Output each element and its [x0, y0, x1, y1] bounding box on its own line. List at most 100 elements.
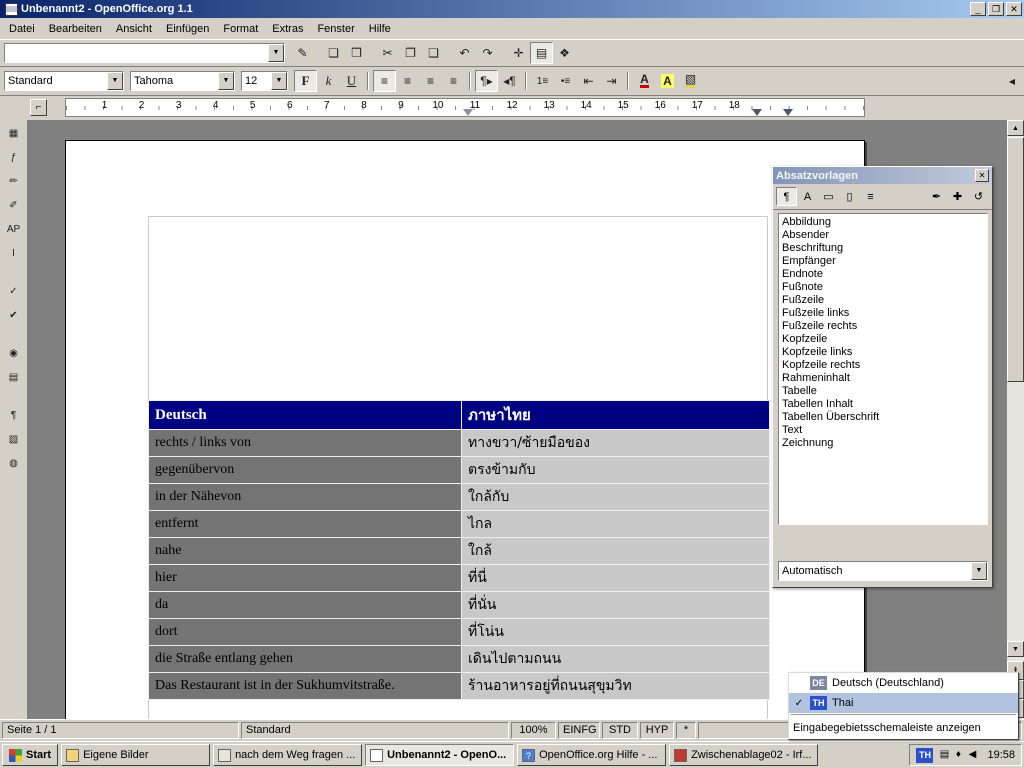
table-cell-th[interactable]: ที่นี่ [462, 565, 770, 592]
paragraph-style-combo[interactable]: ▼ [4, 71, 124, 91]
table-cell-de[interactable]: nahe [149, 538, 462, 565]
align-justify-button[interactable]: ≡ [442, 70, 465, 92]
character-styles-button[interactable]: A [797, 187, 818, 206]
start-button[interactable]: Start [2, 744, 58, 766]
numbered-list-button[interactable]: 1≡ [531, 70, 554, 92]
table-cell-th[interactable]: ใกล้กับ [462, 484, 770, 511]
table-cell-th[interactable]: ไกล [462, 511, 770, 538]
insert-button[interactable]: ▦ [2, 122, 26, 145]
language-indicator[interactable]: TH [916, 748, 933, 763]
style-list-item[interactable]: Zeichnung [779, 437, 987, 450]
panel-close-button[interactable]: ✕ [975, 169, 989, 182]
copy-button[interactable]: ❐ [399, 42, 422, 64]
scroll-up-button[interactable]: ▲ [1007, 120, 1024, 136]
style-filter-input[interactable] [779, 562, 971, 580]
nonprinting-characters-button[interactable]: ¶ [2, 404, 26, 427]
font-name-input[interactable] [131, 72, 218, 90]
font-name-combo[interactable]: ▼ [130, 71, 235, 91]
panel-titlebar[interactable]: Absatzvorlagen ✕ [773, 167, 992, 184]
style-list-item[interactable]: Beschriftung [779, 242, 987, 255]
font-color-button[interactable]: A [633, 70, 656, 92]
gallery-button[interactable]: ❖ [553, 42, 576, 64]
save-button[interactable]: ❏ [322, 42, 345, 64]
table-header-th[interactable]: ภาษาไทย [462, 401, 770, 430]
decrease-indent-button[interactable]: ⇤ [577, 70, 600, 92]
form-functions-button[interactable]: ✐ [2, 194, 26, 217]
style-list-item[interactable]: Endnote [779, 268, 987, 281]
style-list-item[interactable]: Absender [779, 229, 987, 242]
paragraph-styles-button[interactable]: ¶ [776, 187, 797, 206]
table-cell-th[interactable]: ร้านอาหารอยู่ที่ถนนสุขุมวิท [462, 673, 770, 700]
auto-spellcheck-button[interactable]: ✔ [2, 304, 26, 327]
taskbar-window-button[interactable]: ? OpenOffice.org Hilfe - ... [517, 744, 666, 766]
undo-button[interactable]: ↶ [453, 42, 476, 64]
table-cell-th[interactable]: ที่นั่น [462, 592, 770, 619]
bold-button[interactable]: F [294, 70, 317, 92]
scroll-down-button[interactable]: ▼ [1007, 641, 1024, 657]
chevron-down-icon[interactable]: ▼ [107, 72, 123, 90]
table-cell-de[interactable]: Das Restaurant ist in der Sukhumvitstraß… [149, 673, 462, 700]
keyboard-tray-icon[interactable]: ▤ [937, 748, 951, 762]
close-button[interactable]: ✕ [1006, 2, 1022, 16]
toolbar-more-button[interactable]: ◀ [1004, 71, 1020, 91]
background-color-button[interactable]: ▧ [679, 70, 702, 92]
style-list-item[interactable]: Tabellen Überschrift [779, 411, 987, 424]
volume-tray-icon[interactable]: ◀ [965, 748, 979, 762]
autotext-button[interactable]: AP [2, 218, 26, 241]
taskbar-window-button[interactable]: Zwischenablage02 - Irf... [669, 744, 818, 766]
status-insert-mode[interactable]: EINFG [558, 722, 600, 739]
vertical-scrollbar[interactable]: ▲ ▼ ⇞ ● ⇟ [1006, 120, 1024, 719]
font-size-input[interactable] [242, 72, 271, 90]
paragraph-style-input[interactable] [5, 72, 107, 90]
menu-item-german[interactable]: DE Deutsch (Deutschland) [789, 673, 1018, 693]
style-list-item[interactable]: Tabellen Inhalt [779, 398, 987, 411]
style-list-item[interactable]: Rahmeninhalt [779, 372, 987, 385]
table-cell-de[interactable]: die Straße entlang gehen [149, 646, 462, 673]
style-list-item[interactable]: Fußzeile links [779, 307, 987, 320]
url-input[interactable] [5, 44, 268, 62]
align-center-button[interactable]: ≡ [396, 70, 419, 92]
cut-button[interactable]: ✂ [376, 42, 399, 64]
menu-item[interactable]: Fenster [310, 20, 361, 38]
align-right-button[interactable]: ≡ [419, 70, 442, 92]
style-list-item[interactable]: Fußzeile rechts [779, 320, 987, 333]
taskbar-window-button[interactable]: Eigene Bilder [61, 744, 210, 766]
frame-styles-button[interactable]: ▭ [818, 187, 839, 206]
menu-item[interactable]: Einfügen [159, 20, 216, 38]
style-list-item[interactable]: Tabelle [779, 385, 987, 398]
table-cell-de[interactable]: rechts / links von [149, 430, 462, 457]
url-combo[interactable]: ▼ [4, 43, 285, 63]
chevron-down-icon[interactable]: ▼ [271, 72, 287, 90]
graphics-toggle-button[interactable]: ▧ [2, 428, 26, 451]
page-styles-button[interactable]: ▯ [839, 187, 860, 206]
table-cell-th[interactable]: ตรงข้ามกับ [462, 457, 770, 484]
style-list-item[interactable]: Kopfzeile [779, 333, 987, 346]
update-style-button[interactable]: ↺ [968, 187, 989, 206]
menu-item-thai[interactable]: ✓ TH Thai [789, 693, 1018, 713]
fill-format-mode-button[interactable]: ✒ [926, 187, 947, 206]
scrollbar-thumb[interactable] [1007, 137, 1024, 382]
status-zoom[interactable]: 100% [511, 722, 556, 739]
paste-button[interactable]: ❑ [422, 42, 445, 64]
find-replace-button[interactable]: ◉ [2, 342, 26, 365]
stylist-button[interactable]: ▤ [530, 42, 553, 64]
highlighting-button[interactable]: A [656, 70, 679, 92]
left-to-right-button[interactable]: ¶▸ [475, 70, 498, 92]
tab-type-button[interactable]: ⌐ [30, 99, 47, 116]
taskbar-window-button[interactable]: Unbenannt2 - OpenO... [365, 744, 514, 766]
menu-item[interactable]: Ansicht [109, 20, 159, 38]
table-cell-de[interactable]: in der Nähevon [149, 484, 462, 511]
online-layout-button[interactable]: ◍ [2, 452, 26, 475]
app-tray-icon[interactable]: ♦ [951, 748, 965, 762]
redo-button[interactable]: ↷ [476, 42, 499, 64]
print-button[interactable]: ❒ [345, 42, 368, 64]
minimize-button[interactable]: _ [970, 2, 986, 16]
table-cell-de[interactable]: hier [149, 565, 462, 592]
status-selection-mode[interactable]: STD [602, 722, 638, 739]
table-cell-th[interactable]: ที่โน่น [462, 619, 770, 646]
table-cell-de[interactable]: da [149, 592, 462, 619]
style-list-item[interactable]: Kopfzeile links [779, 346, 987, 359]
status-page-style[interactable]: Standard [241, 722, 509, 739]
navigator-button[interactable]: ✛ [507, 42, 530, 64]
style-list-item[interactable]: Empfänger [779, 255, 987, 268]
